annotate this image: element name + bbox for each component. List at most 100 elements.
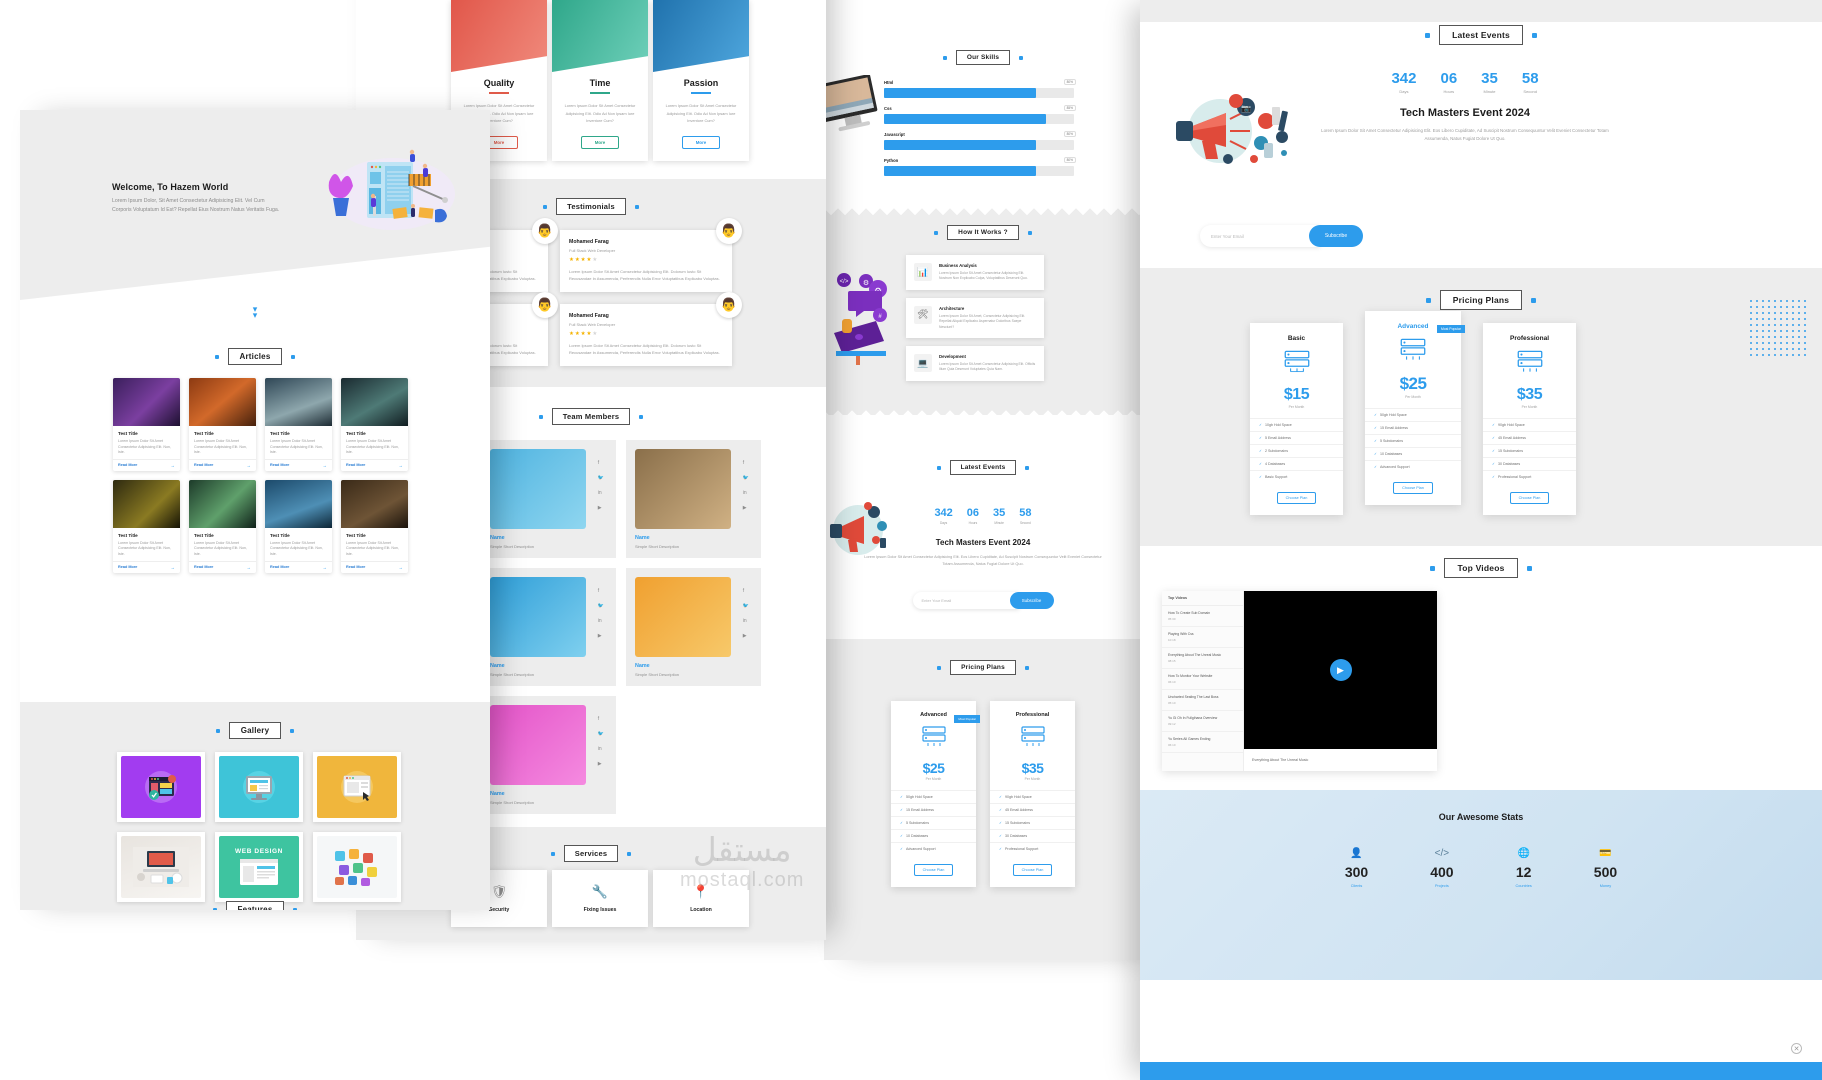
facebook-icon[interactable]: f — [743, 460, 749, 466]
twitter-icon[interactable]: 🐦 — [598, 475, 604, 481]
close-icon[interactable]: ✕ — [1791, 1043, 1802, 1054]
twitter-icon[interactable]: 🐦 — [598, 603, 604, 609]
social-links[interactable]: f 🐦 in ▶ — [598, 588, 604, 639]
read-more-link[interactable]: Read More — [118, 463, 137, 467]
user-icon: 👤 — [1350, 848, 1363, 859]
countdown-value: 06 — [1440, 70, 1458, 87]
read-more-link[interactable]: Read More — [270, 565, 289, 569]
plan-feature: ✓ Professional Support — [990, 842, 1075, 855]
video-title: Uncharted Sealing The Last Boss — [1168, 695, 1219, 699]
plan-price: $25 — [1399, 374, 1427, 393]
facebook-icon[interactable]: f — [598, 588, 604, 594]
article-card[interactable]: Test Title Lorem Ipsum Dolor Sit Amet Co… — [189, 378, 256, 471]
youtube-icon[interactable]: ▶ — [598, 633, 604, 639]
section-dot-left — [543, 204, 548, 209]
plan-feature: ✓ 30 Databases — [1483, 457, 1576, 470]
choose-plan-button[interactable]: Choose Plan — [1012, 864, 1053, 876]
gallery-item[interactable]: WEB DESIGN — [215, 832, 303, 902]
gallery-item[interactable] — [117, 832, 205, 902]
video-title: Yu Gi Oh In Fullgihana Overview — [1168, 716, 1218, 720]
article-title: Test Title — [270, 532, 290, 538]
subscribe-button[interactable]: Subscribe — [1009, 592, 1054, 609]
playlist-item[interactable]: How To Monitor Your Website 06:10 — [1162, 669, 1243, 690]
service-title: Location — [690, 907, 712, 913]
article-card[interactable]: Test Title Lorem Ipsum Dolor Sit Amet Co… — [189, 479, 256, 573]
youtube-icon[interactable]: ▶ — [743, 633, 749, 639]
playlist-item[interactable]: Yu Series All Games Ending 06:10 — [1162, 732, 1243, 753]
video-playlist[interactable]: Top Videos How To Create Sub Domain 05:30… — [1162, 591, 1244, 771]
youtube-icon[interactable]: ▶ — [743, 505, 749, 511]
countdown-unit: 58 Second — [1019, 507, 1031, 525]
read-more-link[interactable]: Read More — [118, 565, 137, 569]
playlist-item[interactable]: Everything About The Unreal Music 08:15 — [1162, 648, 1243, 669]
article-card[interactable]: Test Title Lorem Ipsum Dolor Sit Amet Co… — [265, 479, 332, 573]
megaphone-marketing-icon — [830, 502, 887, 555]
facebook-icon[interactable]: f — [743, 588, 749, 594]
article-card[interactable]: Test Title Lorem Ipsum Dolor Sit Amet Co… — [341, 479, 408, 573]
article-image — [113, 378, 180, 426]
video-duration: 10:18 — [1168, 638, 1176, 642]
more-button[interactable]: More — [581, 135, 619, 149]
right-arrow-icon: → — [246, 462, 252, 468]
choose-plan-button[interactable]: Choose Plan — [913, 864, 954, 876]
read-more-link[interactable]: Read More — [346, 463, 365, 467]
latest-events-section: Latest Events 📷 342 Days 06 Hours 35 Min… — [1140, 25, 1822, 255]
facebook-icon[interactable]: f — [598, 460, 604, 466]
card-image — [451, 0, 547, 72]
email-input[interactable]: Enter Your Email — [912, 592, 1019, 609]
facebook-icon[interactable]: f — [598, 716, 604, 722]
email-input[interactable]: Enter Your Email — [1200, 225, 1320, 247]
gallery-item[interactable] — [215, 752, 303, 822]
twitter-icon[interactable]: 🐦 — [743, 475, 749, 481]
twitter-icon[interactable]: 🐦 — [743, 603, 749, 609]
linkedin-icon[interactable]: in — [743, 490, 749, 496]
playlist-item[interactable]: How To Create Sub Domain 05:30 — [1162, 606, 1243, 627]
member-name: Name — [490, 535, 505, 541]
read-more-link[interactable]: Read More — [270, 463, 289, 467]
scroll-down-icon[interactable]: ▾ ▾ — [253, 305, 258, 320]
read-more-link[interactable]: Read More — [194, 565, 213, 569]
plan-feature: ✓ 10gb Hdd Space — [1250, 418, 1343, 431]
youtube-icon[interactable]: ▶ — [598, 761, 604, 767]
articles-grid: Test Title Lorem Ipsum Dolor Sit Amet Co… — [113, 378, 408, 573]
plan-period: Per Month — [1405, 395, 1421, 399]
server-rack-icon — [921, 726, 946, 746]
read-more-link[interactable]: Read More — [346, 565, 365, 569]
choose-plan-button[interactable]: Choose Plan — [1393, 482, 1433, 494]
playlist-item[interactable]: Yu Gi Oh In Fullgihana Overview 09:12 — [1162, 711, 1243, 732]
playlist-item[interactable]: Uncharted Sealing The Last Boss 05:10 — [1162, 690, 1243, 711]
read-more-link[interactable]: Read More — [194, 463, 213, 467]
gallery-item[interactable] — [117, 752, 205, 822]
right-arrow-icon: → — [170, 462, 176, 468]
playlist-item[interactable]: Playing With Css 10:18 — [1162, 627, 1243, 648]
social-links[interactable]: f 🐦 in ▶ — [743, 588, 749, 639]
linkedin-icon[interactable]: in — [598, 746, 604, 752]
article-card[interactable]: Test Title Lorem Ipsum Dolor Sit Amet Co… — [113, 479, 180, 573]
video-player[interactable]: ▶ — [1244, 591, 1437, 749]
article-image — [265, 479, 332, 528]
twitter-icon[interactable]: 🐦 — [598, 731, 604, 737]
choose-plan-button[interactable]: Choose Plan — [1276, 492, 1317, 504]
linkedin-icon[interactable]: in — [598, 490, 604, 496]
skill-progress-track: 80% — [884, 79, 1076, 98]
plan-feature: ✓ Basic Support — [1250, 470, 1343, 483]
gallery-item[interactable] — [313, 752, 401, 822]
choose-plan-button[interactable]: Choose Plan — [1509, 492, 1550, 504]
gallery-item[interactable] — [313, 832, 401, 902]
linkedin-icon[interactable]: in — [598, 618, 604, 624]
youtube-icon[interactable]: ▶ — [598, 505, 604, 511]
social-links[interactable]: f 🐦 in ▶ — [598, 460, 604, 511]
more-button[interactable]: More — [682, 135, 720, 149]
article-card[interactable]: Test Title Lorem Ipsum Dolor Sit Amet Co… — [113, 378, 180, 471]
play-button-icon[interactable]: ▶ — [1329, 659, 1352, 681]
social-links[interactable]: f 🐦 in ▶ — [743, 460, 749, 511]
linkedin-icon[interactable]: in — [743, 618, 749, 624]
skill-item: Python 80% — [884, 157, 1076, 176]
gallery-monitor-teal-icon — [219, 756, 299, 818]
social-links[interactable]: f 🐦 in ▶ — [598, 716, 604, 767]
subscribe-button[interactable]: Subscribe — [1309, 225, 1363, 247]
article-card[interactable]: Test Title Lorem Ipsum Dolor Sit Amet Co… — [341, 378, 408, 471]
stat-item: 🌐 12 Countries — [1516, 848, 1532, 888]
skills-list: Html 80% Css 85% Javascript 80% Python 8… — [884, 79, 1076, 184]
article-card[interactable]: Test Title Lorem Ipsum Dolor Sit Amet Co… — [265, 378, 332, 471]
